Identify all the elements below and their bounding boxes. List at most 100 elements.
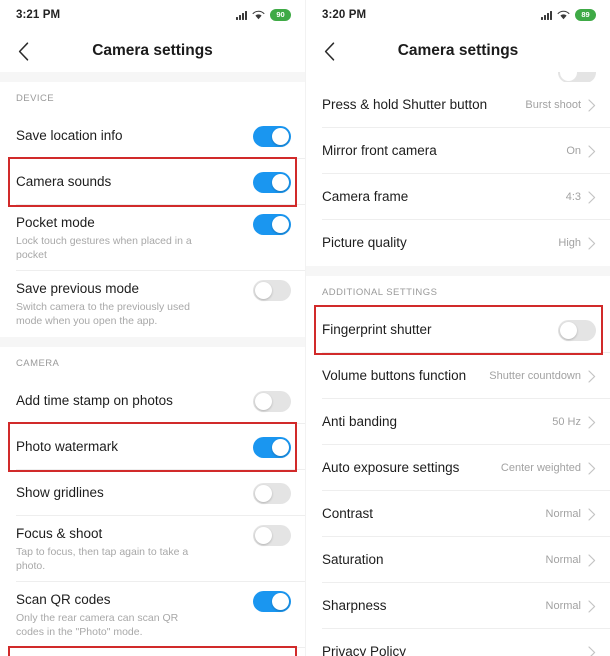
- row-text: Camera frame: [322, 188, 558, 206]
- row-subtitle: Lock touch gestures when placed in a poc…: [16, 235, 192, 261]
- row-text: Volume buttons function: [322, 367, 481, 385]
- back-button[interactable]: [0, 30, 46, 72]
- row-title: Camera sounds: [16, 174, 112, 189]
- row-title: Privacy Policy: [322, 644, 407, 656]
- chevron-right-icon: [588, 553, 596, 567]
- settings-list[interactable]: Press & hold Shutter button Burst shoot Mi…: [306, 72, 610, 656]
- settings-row[interactable]: Camera frame 4:3: [306, 174, 610, 220]
- row-control: [253, 525, 291, 546]
- back-button[interactable]: [306, 30, 352, 72]
- toggle-switch[interactable]: [253, 591, 291, 612]
- settings-row[interactable]: Contrast Normal: [306, 491, 610, 537]
- toggle-switch[interactable]: [253, 280, 291, 301]
- settings-row[interactable]: Save previous mode Switch camera to the p…: [0, 271, 305, 337]
- row-title: Show gridlines: [16, 485, 104, 500]
- row-control: [253, 125, 291, 147]
- row-text: Show gridlines: [16, 484, 245, 502]
- row-text: Picture quality: [322, 234, 550, 252]
- app-bar: Camera settings: [0, 30, 305, 72]
- row-text: Auto exposure settings: [322, 459, 493, 477]
- row-value: 4:3: [565, 191, 581, 203]
- section-header: DEVICE: [0, 82, 305, 113]
- row-control: [253, 482, 291, 504]
- battery-indicator: 89: [575, 8, 596, 22]
- section-gap: [0, 72, 305, 82]
- settings-row[interactable]: Privacy Policy: [306, 629, 610, 656]
- phone-screen-left: 3:21 PM 90 Camera settings DEVICE Save locat…: [0, 0, 305, 656]
- toggle-switch[interactable]: [253, 436, 291, 458]
- toggle-switch[interactable]: [253, 390, 291, 412]
- toggle-switch[interactable]: [558, 319, 596, 341]
- settings-row[interactable]: Auto exposure settings Center weighted: [306, 445, 610, 491]
- row-value: Shutter countdown: [489, 370, 581, 382]
- row-text: Sharpness: [322, 597, 538, 615]
- row-title: Press & hold Shutter button: [322, 97, 488, 112]
- row-control: [253, 436, 291, 458]
- row-control: Normal: [545, 599, 596, 613]
- settings-row[interactable]: Picture quality High: [306, 220, 610, 266]
- row-text: Pocket mode Lock touch gestures when plac…: [16, 214, 245, 262]
- row-control: [588, 645, 596, 656]
- settings-row[interactable]: Saturation Normal: [306, 537, 610, 583]
- toggle-switch[interactable]: [253, 482, 291, 504]
- toggle-knob: [560, 72, 577, 81]
- settings-row[interactable]: Save location info: [0, 113, 305, 159]
- row-control: 50 Hz: [552, 415, 596, 429]
- row-text: Saturation: [322, 551, 538, 569]
- status-time: 3:21 PM: [16, 9, 61, 21]
- row-control: [253, 171, 291, 193]
- row-control: [558, 319, 596, 341]
- toggle-knob: [272, 127, 289, 145]
- settings-row[interactable]: Save original photos as well: [0, 648, 305, 656]
- chevron-right-icon: [588, 415, 596, 429]
- wifi-icon-wrap: [252, 10, 265, 20]
- section-gap: [306, 266, 610, 276]
- settings-row[interactable]: Mirror front camera On: [306, 128, 610, 174]
- settings-row[interactable]: Volume buttons function Shutter countdown: [306, 353, 610, 399]
- toggle-knob: [272, 173, 289, 191]
- row-title: Add time stamp on photos: [16, 393, 173, 408]
- toggle-switch[interactable]: [253, 171, 291, 193]
- settings-row[interactable]: Photo watermark: [0, 424, 305, 470]
- chevron-right-icon: [588, 507, 596, 521]
- toggle-switch[interactable]: [253, 525, 291, 546]
- row-control: [253, 390, 291, 412]
- status-time: 3:20 PM: [322, 9, 367, 21]
- row-title: Sharpness: [322, 598, 387, 613]
- phone-screen-right: 3:20 PM 89 Camera settings Press & hold Shu…: [305, 0, 610, 656]
- row-text: Fingerprint shutter: [322, 321, 550, 339]
- row-control: [253, 280, 291, 301]
- toggle-switch[interactable]: [253, 125, 291, 147]
- settings-row[interactable]: Scan QR codes Only the rear camera can sc…: [0, 582, 305, 648]
- row-title: Volume buttons function: [322, 368, 467, 383]
- settings-list[interactable]: DEVICE Save location info Camera sounds Poc…: [0, 72, 305, 656]
- dual-screenshot-container: 3:21 PM 90 Camera settings DEVICE Save locat…: [0, 0, 610, 656]
- settings-row[interactable]: Pocket mode Lock touch gestures when plac…: [0, 205, 305, 271]
- row-subtitle: Switch camera to the previously used mod…: [16, 301, 190, 327]
- row-value: Normal: [545, 600, 581, 612]
- row-title: Camera frame: [322, 189, 409, 204]
- wifi-icon: [252, 10, 265, 20]
- settings-row[interactable]: Camera sounds: [0, 159, 305, 205]
- chevron-right-icon: [588, 369, 596, 383]
- row-value: Normal: [545, 554, 581, 566]
- settings-row[interactable]: Press & hold Shutter button Burst shoot: [306, 82, 610, 128]
- row-title: Save location info: [16, 128, 123, 143]
- row-subtitle: Tap to focus, then tap again to take a p…: [16, 546, 189, 572]
- toggle-switch[interactable]: [253, 214, 291, 235]
- settings-row[interactable]: Sharpness Normal: [306, 583, 610, 629]
- row-title: Fingerprint shutter: [322, 322, 432, 337]
- settings-row[interactable]: Add time stamp on photos: [0, 378, 305, 424]
- row-title: Pocket mode: [16, 215, 95, 230]
- settings-row[interactable]: Show gridlines: [0, 470, 305, 516]
- wifi-icon: [557, 10, 570, 20]
- wifi-icon-wrap: [557, 10, 570, 20]
- settings-row[interactable]: Focus & shoot Tap to focus, then tap agai…: [0, 516, 305, 582]
- row-control: Shutter countdown: [489, 369, 596, 383]
- settings-row[interactable]: Fingerprint shutter: [306, 307, 610, 353]
- row-control: Normal: [545, 553, 596, 567]
- settings-row[interactable]: Anti banding 50 Hz: [306, 399, 610, 445]
- toggle-switch-clipped[interactable]: [558, 72, 596, 82]
- row-title: Photo watermark: [16, 439, 119, 454]
- chevron-right-icon: [588, 461, 596, 475]
